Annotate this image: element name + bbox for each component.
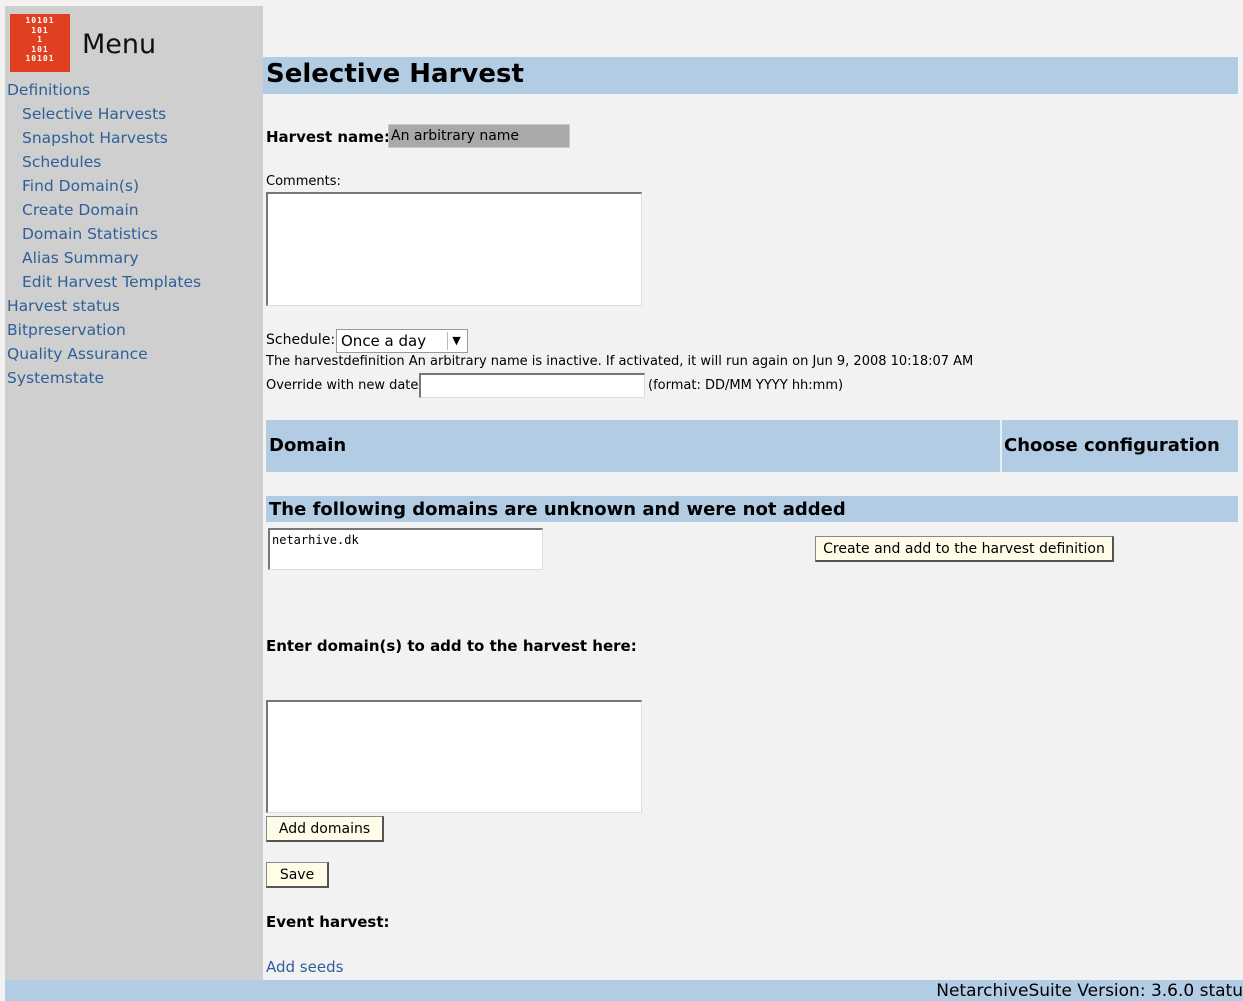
sidebar-item-snapshot-harvests[interactable]: Snapshot Harvests (7, 126, 201, 150)
override-date-input[interactable] (419, 373, 645, 398)
domain-table-header: Domain Choose configuration (266, 420, 1238, 472)
chevron-down-icon[interactable]: ▼ (447, 332, 465, 350)
inactive-status-text: The harvestdefinition An arbitrary name … (266, 354, 974, 369)
sidebar-item-create-domain[interactable]: Create Domain (7, 198, 201, 222)
create-and-add-button[interactable]: Create and add to the harvest definition (815, 536, 1114, 562)
override-date-format-hint: (format: DD/MM YYYY hh:mm) (648, 378, 844, 393)
comments-textarea[interactable] (266, 192, 642, 306)
schedule-select[interactable]: Once a day ▼ (336, 329, 468, 353)
logo-line: 101 (31, 25, 49, 35)
main-content: Selective Harvest Harvest name: An arbit… (263, 0, 1238, 980)
menu-header: 10101 101 1 101 10101 Menu (10, 14, 260, 72)
sidebar-item-bitpreservation[interactable]: Bitpreservation (7, 318, 201, 342)
comments-label: Comments: (266, 174, 341, 189)
sidebar-item-quality-assurance[interactable]: Quality Assurance (7, 342, 201, 366)
footer-version-text: NetarchiveSuite Version: 3.6.0 statu (936, 981, 1243, 1001)
override-date-label: Override with new date (266, 378, 419, 393)
sidebar-item-find-domains[interactable]: Find Domain(s) (7, 174, 201, 198)
logo-line: 1 (37, 35, 43, 44)
unknown-domains-textarea[interactable]: netarhive.dk (268, 528, 543, 570)
menu-title: Menu (82, 29, 157, 60)
harvest-name-label: Harvest name: (266, 128, 390, 146)
sidebar-item-schedules[interactable]: Schedules (7, 150, 201, 174)
sidebar-item-domain-statistics[interactable]: Domain Statistics (7, 222, 201, 246)
add-domains-button[interactable]: Add domains (266, 816, 384, 842)
logo-line: 101 (31, 44, 49, 54)
sidebar-item-selective-harvests[interactable]: Selective Harvests (7, 102, 201, 126)
add-seeds-link[interactable]: Add seeds (266, 958, 343, 976)
page-title: Selective Harvest (266, 59, 524, 89)
sidebar: 10101 101 1 101 10101 Menu Definitions S… (5, 6, 263, 980)
schedule-selected-value: Once a day (341, 332, 427, 350)
save-button[interactable]: Save (266, 862, 329, 888)
logo-line: 10101 (25, 16, 55, 25)
enter-domains-label: Enter domain(s) to add to the harvest he… (266, 637, 637, 655)
sidebar-item-definitions[interactable]: Definitions (7, 78, 201, 102)
footer-status-bar: NetarchiveSuite Version: 3.6.0 statu (5, 980, 1243, 1001)
domain-column-header: Domain (269, 435, 347, 456)
sidebar-item-edit-harvest-templates[interactable]: Edit Harvest Templates (7, 270, 201, 294)
domains-textarea[interactable] (266, 700, 642, 813)
logo-icon: 10101 101 1 101 10101 (10, 14, 70, 72)
sidebar-item-alias-summary[interactable]: Alias Summary (7, 246, 201, 270)
configuration-column-header: Choose configuration (1000, 420, 1238, 472)
title-bar: Selective Harvest (263, 57, 1238, 94)
event-harvest-label: Event harvest: (266, 913, 390, 931)
sidebar-nav: Definitions Selective Harvests Snapshot … (7, 78, 201, 390)
unknown-domains-heading: The following domains are unknown and we… (266, 496, 1238, 522)
sidebar-item-harvest-status[interactable]: Harvest status (7, 294, 201, 318)
harvest-name-field[interactable]: An arbitrary name (388, 124, 570, 148)
logo-line: 10101 (25, 54, 55, 63)
sidebar-item-systemstate[interactable]: Systemstate (7, 366, 201, 390)
schedule-label: Schedule: (266, 332, 336, 348)
